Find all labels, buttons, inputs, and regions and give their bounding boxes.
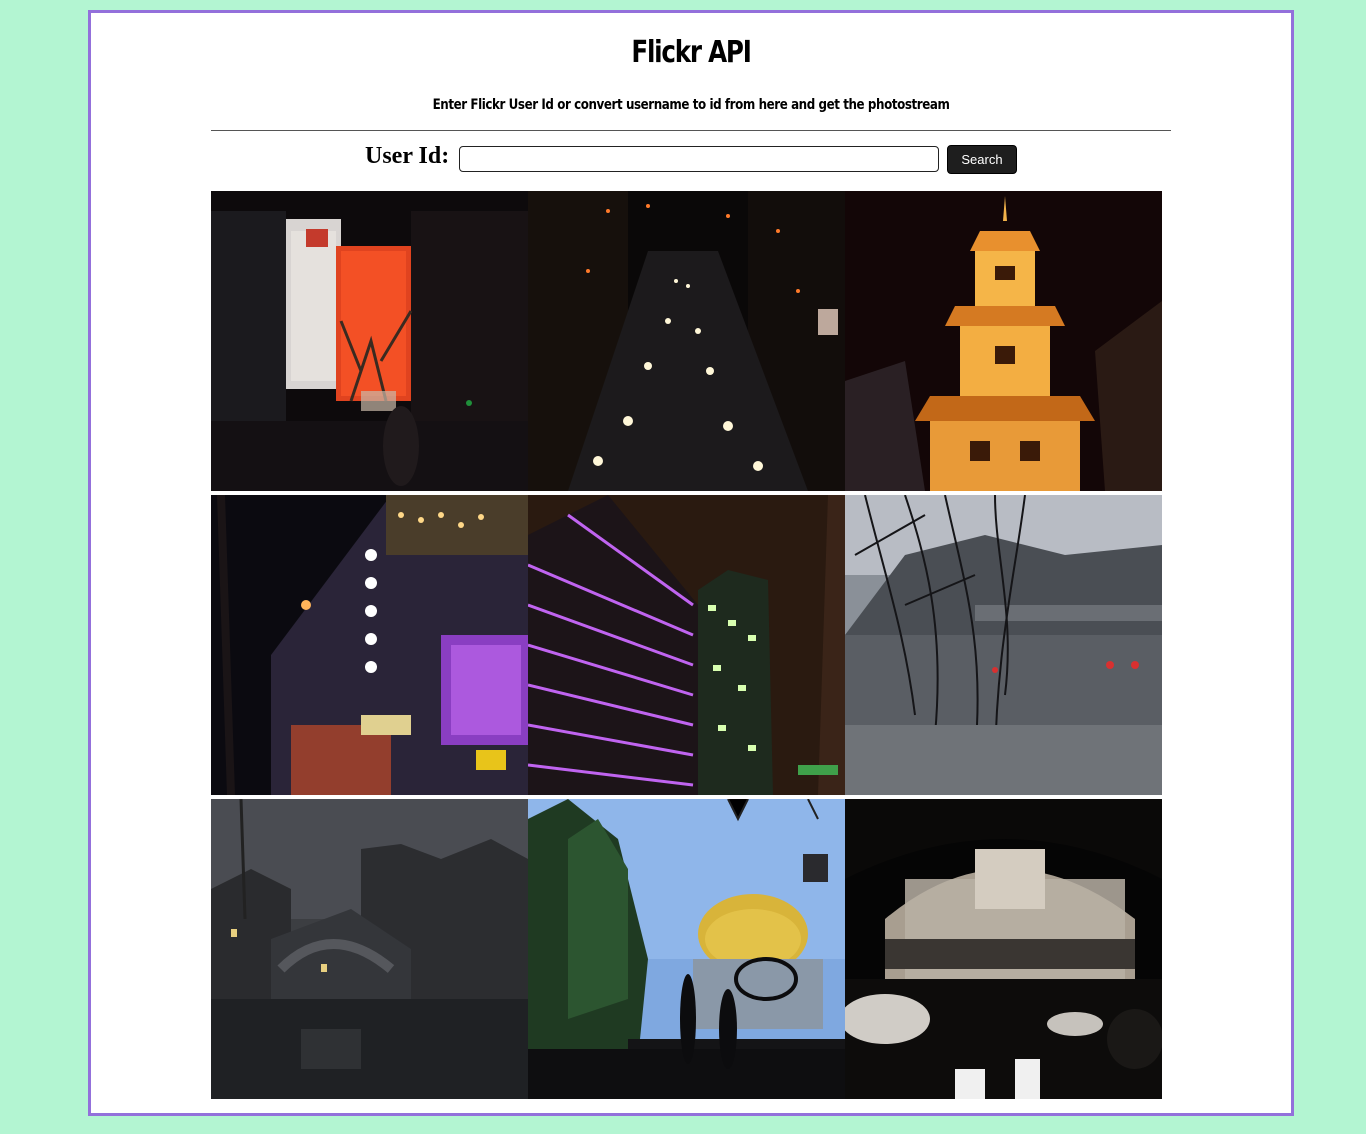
page-container: Flickr API Enter Flickr User Id or conve…: [88, 10, 1294, 1116]
photo-thumbnail[interactable]: [528, 495, 845, 795]
user-id-label: User Id:: [365, 143, 450, 169]
divider: [211, 130, 1171, 131]
photo-thumbnail[interactable]: [211, 799, 528, 1099]
photo-thumbnail[interactable]: [528, 799, 845, 1099]
photo-thumbnail[interactable]: [845, 495, 1162, 795]
user-id-input[interactable]: [459, 146, 939, 172]
photo-thumbnail[interactable]: [845, 799, 1162, 1099]
photo-thumbnail[interactable]: [211, 191, 528, 491]
page-title: Flickr API: [631, 35, 751, 70]
page-subtitle: Enter Flickr User Id or convert username…: [432, 97, 950, 113]
photo-thumbnail[interactable]: [211, 495, 528, 795]
photo-thumbnail[interactable]: [845, 191, 1162, 491]
photo-thumbnail[interactable]: [528, 191, 845, 491]
search-button[interactable]: Search: [947, 145, 1017, 174]
search-form: User Id: Search: [91, 143, 1291, 177]
